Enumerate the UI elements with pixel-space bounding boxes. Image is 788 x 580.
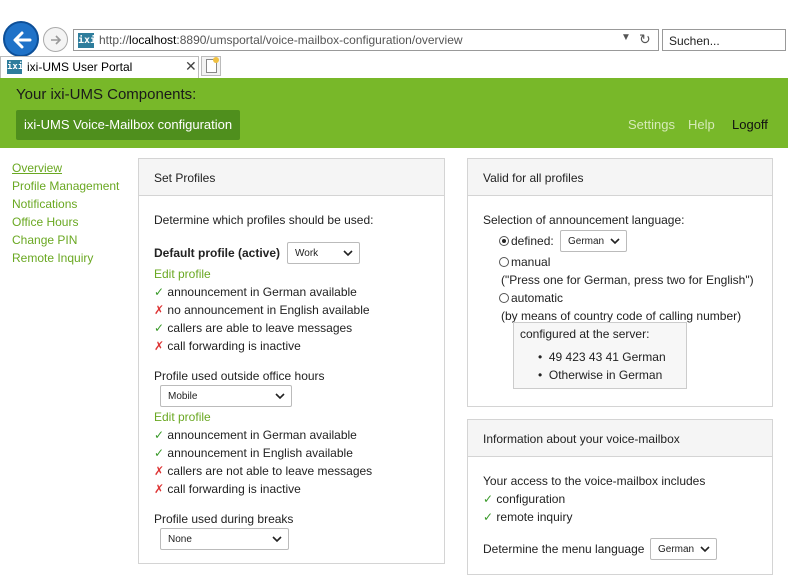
address-dropdown-icon[interactable]: ▼ bbox=[621, 32, 631, 43]
defined-language-select[interactable]: German bbox=[560, 230, 627, 252]
sidebar-item-overview[interactable]: Overview bbox=[12, 161, 62, 175]
help-link[interactable]: Help bbox=[688, 117, 715, 132]
access-item: ✓ configuration bbox=[483, 492, 566, 506]
server-config-item: • 49 423 43 41 German bbox=[538, 350, 666, 364]
status-line: ✗ callers are not able to leave messages bbox=[154, 464, 373, 478]
sidebar-item-notifications[interactable]: Notifications bbox=[12, 197, 77, 211]
tab-label: ixi-UMS User Portal bbox=[27, 60, 133, 74]
search-input[interactable]: Suchen... bbox=[662, 29, 786, 51]
chevron-down-icon bbox=[610, 238, 620, 245]
server-config-item: • Otherwise in German bbox=[538, 368, 663, 382]
cross-icon: ✗ bbox=[154, 339, 165, 353]
status-line: ✓ callers are able to leave messages bbox=[154, 321, 353, 335]
check-icon: ✓ bbox=[154, 428, 165, 442]
outside-hours-select[interactable]: Mobile bbox=[160, 385, 292, 407]
breaks-select[interactable]: None bbox=[160, 528, 289, 550]
browser-tab[interactable]: ixi ixi-UMS User Portal ✕ bbox=[0, 56, 199, 78]
panel-title: Valid for all profiles bbox=[483, 171, 584, 185]
check-icon: ✓ bbox=[154, 446, 165, 460]
set-profiles-panel: Set Profiles Determine which profiles sh… bbox=[138, 158, 445, 564]
sidebar-item-change-pin[interactable]: Change PIN bbox=[12, 233, 77, 247]
menu-language-label: Determine the menu language bbox=[483, 542, 645, 556]
settings-link[interactable]: Settings bbox=[628, 117, 675, 132]
radio-automatic[interactable] bbox=[499, 293, 509, 303]
sidebar-item-office-hours[interactable]: Office Hours bbox=[12, 215, 78, 229]
header-title: Your ixi-UMS Components: bbox=[16, 86, 197, 103]
status-line: ✓ announcement in German available bbox=[154, 285, 357, 299]
info-panel: Information about your voice-mailbox You… bbox=[467, 419, 773, 575]
component-button[interactable]: ixi-UMS Voice-Mailbox configuration bbox=[16, 110, 241, 140]
check-icon: ✓ bbox=[154, 321, 165, 335]
status-line: ✗ call forwarding is inactive bbox=[154, 339, 301, 353]
status-line: ✗ call forwarding is inactive bbox=[154, 482, 301, 496]
access-item: ✓ remote inquiry bbox=[483, 510, 573, 524]
radio-defined[interactable] bbox=[499, 236, 509, 246]
logoff-link[interactable]: Logoff bbox=[732, 117, 768, 132]
browser-chrome: ixi http://localhost:8890/umsportal/voic… bbox=[0, 0, 788, 78]
panel-header: Set Profiles bbox=[139, 159, 444, 196]
chevron-down-icon bbox=[272, 536, 282, 543]
check-icon: ✓ bbox=[483, 510, 494, 524]
automatic-hint: (by means of country code of calling num… bbox=[501, 309, 742, 323]
profiles-intro: Determine which profiles should be used: bbox=[154, 213, 374, 227]
status-line: ✗ no announcement in English available bbox=[154, 303, 370, 317]
edit-outside-profile-link[interactable]: Edit profile bbox=[154, 410, 211, 424]
arrow-right-icon bbox=[51, 35, 62, 45]
new-tab-button[interactable] bbox=[201, 56, 221, 76]
panel-header: Information about your voice-mailbox bbox=[468, 420, 772, 457]
site-favicon-icon: ixi bbox=[78, 33, 97, 48]
defined-label: defined: bbox=[511, 234, 554, 248]
refresh-icon[interactable]: ↻ bbox=[639, 31, 651, 48]
chevron-down-icon bbox=[275, 393, 285, 400]
default-profile-label: Default profile (active) bbox=[154, 246, 281, 260]
language-selection-label: Selection of announcement language: bbox=[483, 213, 685, 227]
new-tab-icon bbox=[206, 57, 219, 73]
back-button[interactable] bbox=[3, 21, 39, 57]
tab-favicon-icon: ixi bbox=[7, 60, 24, 74]
url-text[interactable]: http://localhost:8890/umsportal/voice-ma… bbox=[99, 33, 463, 47]
breaks-label: Profile used during breaks bbox=[154, 512, 294, 526]
manual-label: manual bbox=[511, 255, 551, 269]
panel-title: Information about your voice-mailbox bbox=[483, 432, 680, 446]
status-line: ✓ announcement in English available bbox=[154, 446, 353, 460]
status-line: ✓ announcement in German available bbox=[154, 428, 357, 442]
sidebar-item-remote-inquiry[interactable]: Remote Inquiry bbox=[12, 251, 93, 265]
chevron-down-icon bbox=[343, 250, 353, 257]
radio-manual[interactable] bbox=[499, 257, 509, 267]
automatic-label: automatic bbox=[511, 291, 564, 305]
server-config-box: configured at the server: • 49 423 43 41… bbox=[513, 322, 687, 389]
cross-icon: ✗ bbox=[154, 303, 165, 317]
menu-language-select[interactable]: German bbox=[650, 538, 717, 560]
server-config-title: configured at the server: bbox=[520, 327, 650, 341]
forward-button[interactable] bbox=[43, 27, 68, 52]
check-icon: ✓ bbox=[483, 492, 494, 506]
sidebar-item-profile-management[interactable]: Profile Management bbox=[12, 179, 119, 193]
close-tab-icon[interactable]: ✕ bbox=[185, 58, 197, 75]
check-icon: ✓ bbox=[154, 285, 165, 299]
arrow-left-icon bbox=[13, 31, 32, 49]
default-profile-select[interactable]: Work bbox=[287, 242, 360, 264]
manual-hint: ("Press one for German, press two for En… bbox=[501, 273, 754, 287]
panel-title: Set Profiles bbox=[154, 171, 216, 185]
outside-hours-label: Profile used outside office hours bbox=[154, 369, 325, 383]
cross-icon: ✗ bbox=[154, 464, 165, 478]
edit-default-profile-link[interactable]: Edit profile bbox=[154, 267, 211, 281]
cross-icon: ✗ bbox=[154, 482, 165, 496]
access-label: Your access to the voice-mailbox include… bbox=[483, 474, 706, 488]
chevron-down-icon bbox=[700, 546, 710, 553]
address-bar[interactable]: ixi http://localhost:8890/umsportal/voic… bbox=[73, 29, 659, 51]
panel-header: Valid for all profiles bbox=[468, 159, 772, 196]
